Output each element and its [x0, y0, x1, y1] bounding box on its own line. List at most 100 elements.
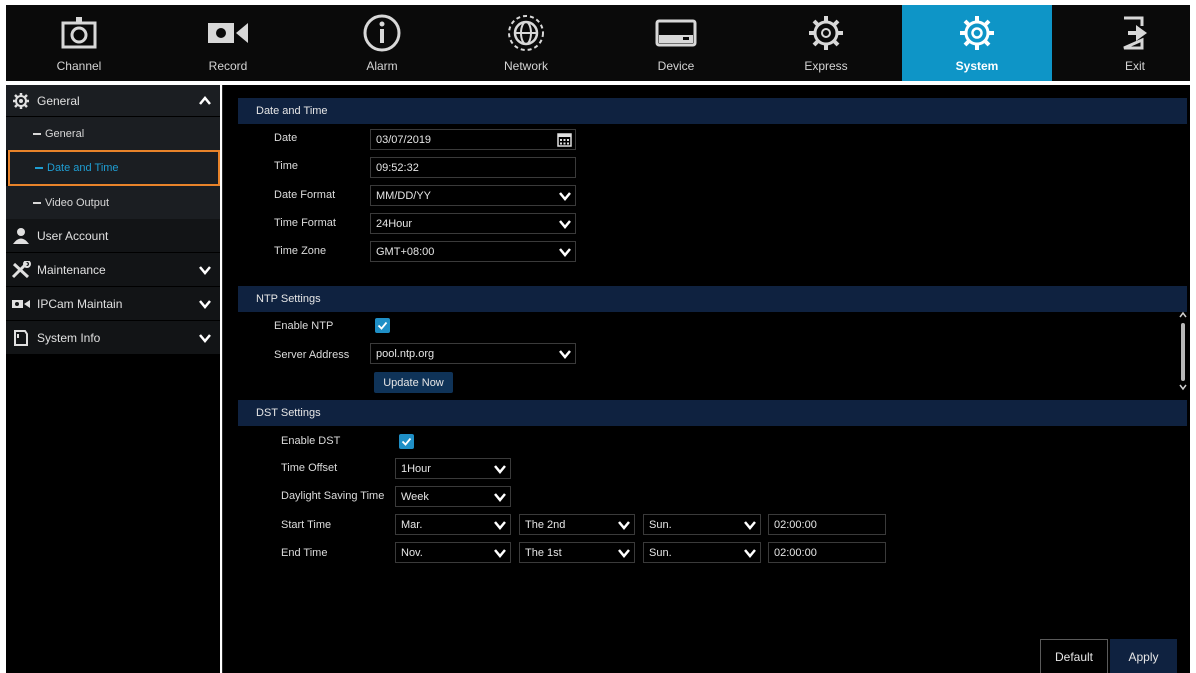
date-format-value: MM/DD/YY [376, 189, 431, 202]
checkmark-icon [401, 437, 412, 446]
time-value: 09:52:32 [376, 161, 419, 174]
time-zone-value: GMT+08:00 [376, 245, 435, 258]
sidebar-group-system-info-label: System Info [37, 330, 101, 345]
sidebar-item-date-and-time-label: Date and Time [47, 162, 119, 174]
settings-panel: Date and Time Date 03/07/2019 Time 09:52… [222, 85, 1190, 673]
enable-dst-checkbox[interactable] [399, 434, 414, 449]
end-day-value: Sun. [649, 546, 672, 559]
top-navigation: Channel Record Alarm Network Device Expr… [6, 5, 1190, 81]
chevron-down-icon [559, 192, 571, 201]
calendar-icon[interactable] [557, 132, 572, 147]
start-time-field[interactable]: 02:00:00 [768, 514, 886, 535]
sidebar-item-general[interactable]: General [6, 117, 220, 150]
chevron-down-icon [618, 549, 630, 558]
time-field[interactable]: 09:52:32 [370, 157, 576, 178]
nav-express[interactable]: Express [776, 5, 876, 81]
daylight-saving-mode-select[interactable]: Week [395, 486, 511, 507]
nav-device[interactable]: Device [626, 5, 726, 81]
start-month-value: Mar. [401, 518, 423, 531]
apply-button[interactable]: Apply [1110, 639, 1177, 673]
nav-record[interactable]: Record [178, 5, 278, 81]
start-month-select[interactable]: Mar. [395, 514, 511, 535]
network-globe-icon [504, 11, 548, 55]
exit-icon [1113, 11, 1157, 55]
chevron-down-icon [559, 350, 571, 359]
update-now-button[interactable]: Update Now [374, 372, 453, 393]
scroll-up-icon[interactable] [1179, 311, 1187, 319]
gear-icon [11, 91, 31, 111]
time-zone-select[interactable]: GMT+08:00 [370, 241, 576, 262]
end-time-field[interactable]: 02:00:00 [768, 542, 886, 563]
chevron-down-icon [744, 549, 756, 558]
sidebar-group-ipcam-maintain[interactable]: IPCam Maintain [6, 287, 220, 320]
ipcam-icon [11, 294, 31, 314]
channel-icon [57, 11, 101, 55]
start-time-value: 02:00:00 [774, 518, 817, 531]
start-day-value: Sun. [649, 518, 672, 531]
section-ntp-settings-header: NTP Settings [238, 286, 1187, 312]
enable-dst-label: Enable DST [281, 435, 341, 447]
chevron-down-icon[interactable] [198, 297, 212, 311]
server-address-label: Server Address [274, 349, 350, 361]
time-format-select[interactable]: 24Hour [370, 213, 576, 234]
dash-icon [33, 132, 41, 135]
time-format-label: Time Format [274, 217, 336, 229]
nav-alarm-label: Alarm [366, 59, 398, 73]
sidebar-group-maintenance[interactable]: Maintenance [6, 253, 220, 286]
nav-record-label: Record [208, 59, 248, 73]
scroll-thumb[interactable] [1181, 323, 1185, 381]
end-day-select[interactable]: Sun. [643, 542, 761, 563]
dash-icon [33, 201, 41, 204]
end-month-select[interactable]: Nov. [395, 542, 511, 563]
sidebar-group-user-account[interactable]: User Account [6, 219, 220, 252]
chevron-down-icon [494, 549, 506, 558]
date-field[interactable]: 03/07/2019 [370, 129, 576, 150]
time-offset-select[interactable]: 1Hour [395, 458, 511, 479]
sidebar-item-date-and-time[interactable]: Date and Time [8, 150, 220, 186]
sidebar-group-maintenance-label: Maintenance [37, 262, 106, 277]
sidebar-group-general[interactable]: General [6, 85, 220, 116]
nav-system[interactable]: System [902, 5, 1052, 81]
nav-network[interactable]: Network [476, 5, 576, 81]
end-week-value: The 1st [525, 546, 562, 559]
default-button[interactable]: Default [1040, 639, 1108, 673]
end-time-label: End Time [281, 547, 328, 559]
time-zone-label: Time Zone [274, 245, 327, 257]
enable-ntp-checkbox[interactable] [375, 318, 390, 333]
info-doc-icon [11, 328, 31, 348]
end-week-select[interactable]: The 1st [519, 542, 635, 563]
scrollbar[interactable] [1179, 311, 1187, 391]
sidebar-group-system-info[interactable]: System Info [6, 321, 220, 354]
chevron-down-icon[interactable] [198, 331, 212, 345]
chevron-down-icon[interactable] [198, 263, 212, 277]
date-format-select[interactable]: MM/DD/YY [370, 185, 576, 206]
sidebar-group-user-account-label: User Account [37, 228, 109, 243]
nav-exit[interactable]: Exit [1090, 5, 1180, 81]
chevron-down-icon [559, 220, 571, 229]
nav-express-label: Express [804, 59, 848, 73]
checkmark-icon [377, 321, 388, 330]
device-hdd-icon [654, 11, 698, 55]
sidebar: General General Date and Time Video Outp… [6, 85, 220, 673]
sidebar-item-video-output[interactable]: Video Output [6, 186, 220, 219]
enable-ntp-label: Enable NTP [274, 320, 334, 332]
server-address-value: pool.ntp.org [376, 347, 435, 360]
time-label: Time [274, 160, 299, 172]
nav-device-label: Device [657, 59, 695, 73]
start-week-select[interactable]: The 2nd [519, 514, 635, 535]
end-time-value: 02:00:00 [774, 546, 817, 559]
daylight-saving-mode-value: Week [401, 490, 429, 503]
nav-channel[interactable]: Channel [26, 5, 132, 81]
nav-alarm[interactable]: Alarm [332, 5, 432, 81]
chevron-up-icon[interactable] [198, 94, 212, 108]
dash-icon [35, 167, 43, 169]
date-format-label: Date Format [274, 189, 336, 201]
start-day-select[interactable]: Sun. [643, 514, 761, 535]
chevron-down-icon [494, 521, 506, 530]
end-month-value: Nov. [401, 546, 423, 559]
scroll-down-icon[interactable] [1179, 383, 1187, 391]
server-address-select[interactable]: pool.ntp.org [370, 343, 576, 364]
chevron-down-icon [559, 248, 571, 257]
daylight-saving-time-label: Daylight Saving Time [281, 490, 385, 502]
section-dst-settings-header: DST Settings [238, 400, 1187, 426]
